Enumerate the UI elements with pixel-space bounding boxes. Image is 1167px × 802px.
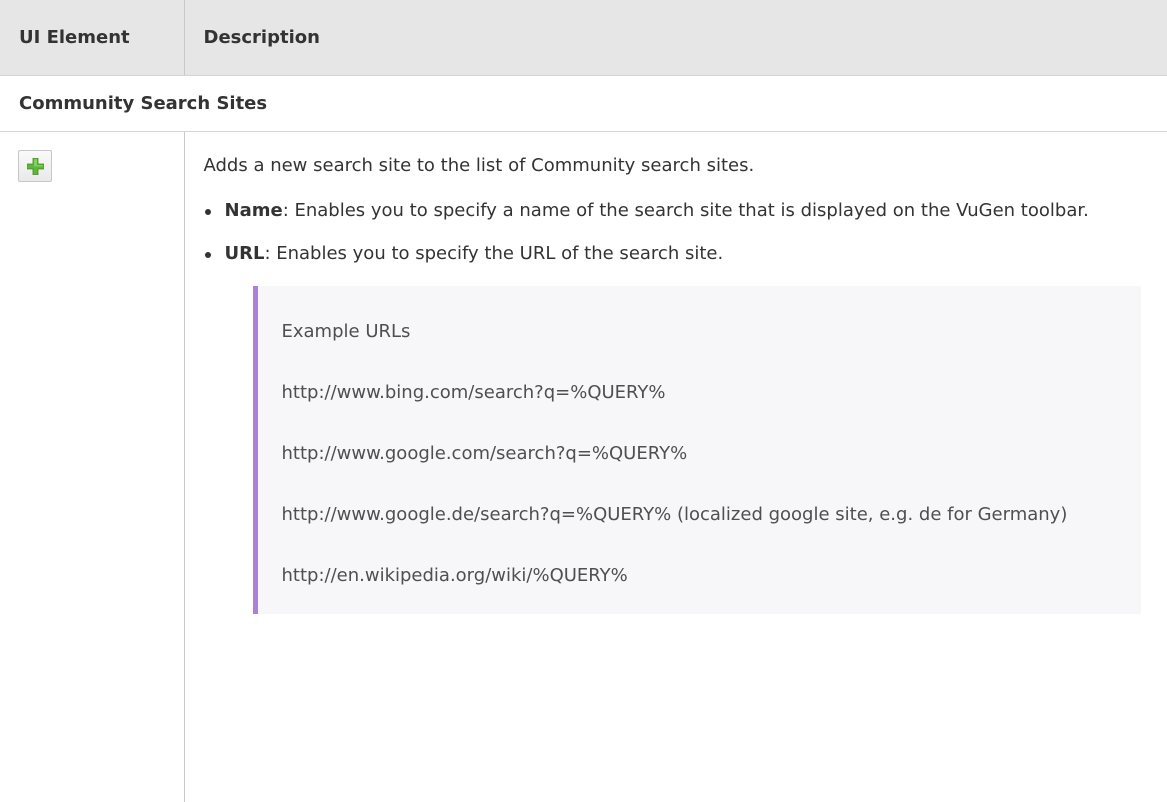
description-cell: Adds a new search site to the list of Co… <box>184 132 1167 802</box>
example-url: http://www.google.com/search?q=%QUERY% <box>281 443 688 464</box>
example-note-box: Example URLs http://www.bing.com/search?… <box>252 286 1141 614</box>
plus-icon <box>27 158 44 175</box>
list-item: Name: Enables you to specify a name of t… <box>204 195 1138 227</box>
option-description: : Enables you to specify a name of the s… <box>282 200 1089 221</box>
table-header-row: UI Element Description <box>0 0 1167 76</box>
ui-element-cell <box>0 131 185 802</box>
add-search-site-button[interactable] <box>18 150 52 182</box>
ui-element-table: UI Element Description Community Search … <box>0 0 1167 802</box>
table-row: Adds a new search site to the list of Co… <box>0 131 1167 802</box>
section-title: Community Search Sites <box>0 75 1167 132</box>
example-url: http://www.bing.com/search?q=%QUERY% <box>281 382 666 403</box>
description-text: Adds a new search site to the list of Co… <box>203 155 755 176</box>
header-ui-element: UI Element <box>0 0 185 76</box>
option-term: Name <box>224 200 283 221</box>
header-description: Description <box>184 0 1167 76</box>
option-description: : Enables you to specify the URL of the … <box>264 243 724 264</box>
option-list: Name: Enables you to specify a name of t… <box>204 195 1138 270</box>
example-title: Example URLs <box>281 321 411 342</box>
list-item: URL: Enables you to specify the URL of t… <box>204 238 1138 270</box>
example-url: http://www.google.de/search?q=%QUERY% (l… <box>281 504 1068 525</box>
example-url: http://en.wikipedia.org/wiki/%QUERY% <box>281 565 628 586</box>
section-row: Community Search Sites <box>0 75 1167 132</box>
option-term: URL <box>224 243 265 264</box>
